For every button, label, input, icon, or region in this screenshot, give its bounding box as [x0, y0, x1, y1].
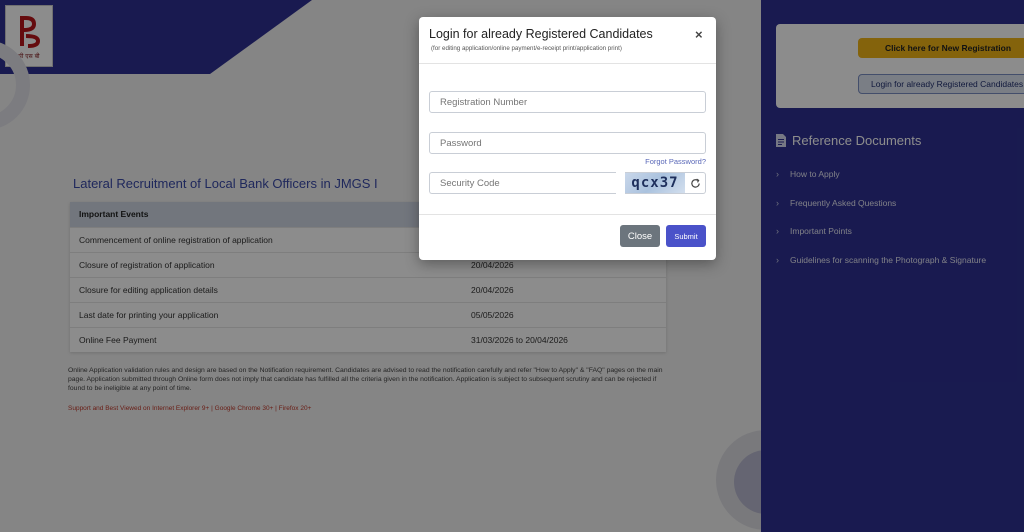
captcha-image: qcx37 [625, 172, 685, 194]
close-button[interactable]: Close [620, 225, 660, 247]
close-icon[interactable]: × [695, 27, 703, 42]
modal-footer: Close Submit [419, 214, 716, 260]
forgot-password-link[interactable]: Forgot Password? [636, 157, 706, 166]
refresh-captcha-button[interactable] [685, 172, 706, 194]
password-input[interactable] [429, 132, 706, 154]
submit-button[interactable]: Submit [666, 225, 706, 247]
modal-title: Login for already Registered Candidates [429, 27, 653, 41]
modal-subtitle: (for editing application/online payment/… [431, 45, 622, 52]
modal-header: Login for already Registered Candidates … [419, 17, 716, 64]
registration-number-input[interactable] [429, 91, 706, 113]
login-modal: Login for already Registered Candidates … [419, 17, 716, 260]
security-code-input[interactable] [429, 172, 616, 194]
refresh-icon [690, 178, 700, 188]
